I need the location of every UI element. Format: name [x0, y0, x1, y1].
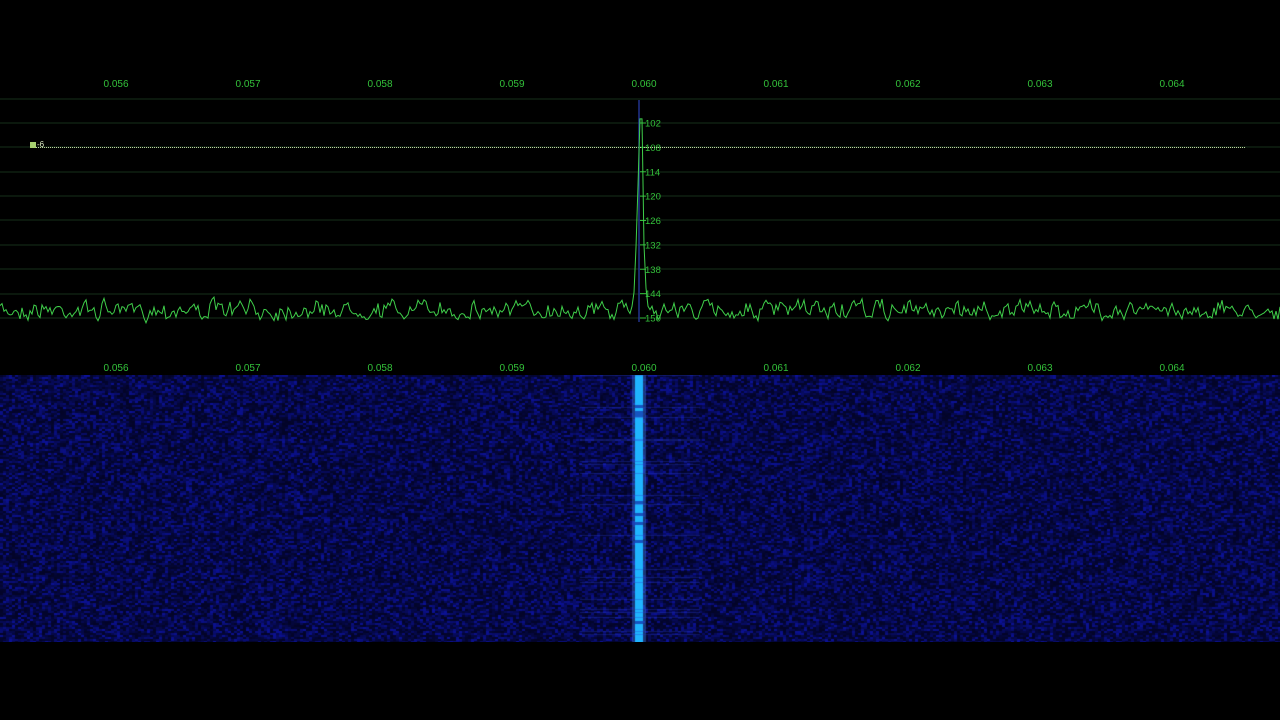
frequency-axis-waterfall: 0.056 0.057 0.058 0.059 0.060 0.061 0.062 0.063… — [103, 363, 1184, 374]
frequency-axis-top: 0.056 0.057 0.058 0.059 0.060 0.061 0.062 0.063… — [103, 79, 1184, 90]
frequency-tick-label: 0.056 — [103, 363, 128, 374]
frequency-tick-label: 0.062 — [895, 79, 920, 90]
frequency-tick-label: 0.061 — [763, 79, 788, 90]
frequency-tick-label: 0.058 — [367, 363, 392, 374]
frequency-tick-label: 0.057 — [235, 363, 260, 374]
frequency-tick-label: 0.057 — [235, 79, 260, 90]
spectrum-scope[interactable]: 0.056 0.057 0.058 0.059 0.060 0.061 0.062 0.063… — [0, 0, 1280, 375]
frequency-tick-label: 0.056 — [103, 79, 128, 90]
frequency-tick-label: 0.063 — [1027, 363, 1052, 374]
db-tick-label: 138 — [645, 265, 661, 276]
sdr-display: 0.056 0.057 0.058 0.059 0.060 0.061 0.062 0.063… — [0, 0, 1280, 720]
frequency-tick-label: 0.060 — [631, 363, 656, 374]
db-tick-label: 126 — [645, 216, 661, 227]
frequency-tick-label: 0.061 — [763, 363, 788, 374]
db-tick-label: 102 — [645, 119, 661, 130]
frequency-tick-label: 0.064 — [1159, 363, 1184, 374]
db-tick-label: 120 — [645, 192, 661, 203]
db-tick-label: 114 — [645, 167, 660, 178]
waterfall-display[interactable] — [0, 375, 1280, 642]
frequency-tick-label: 0.060 — [631, 79, 656, 90]
frequency-tick-label: 0.063 — [1027, 79, 1052, 90]
frequency-tick-label: 0.064 — [1159, 79, 1184, 90]
frequency-tick-label: 0.058 — [367, 79, 392, 90]
frequency-tick-label: 0.059 — [499, 363, 524, 374]
level-marker-label: -6 — [37, 140, 45, 149]
frequency-tick-label: 0.059 — [499, 79, 524, 90]
frequency-tick-label: 0.062 — [895, 363, 920, 374]
square-marker-icon[interactable] — [30, 142, 36, 148]
db-tick-label: 132 — [645, 240, 661, 251]
db-tick-label: 108 — [645, 143, 661, 154]
